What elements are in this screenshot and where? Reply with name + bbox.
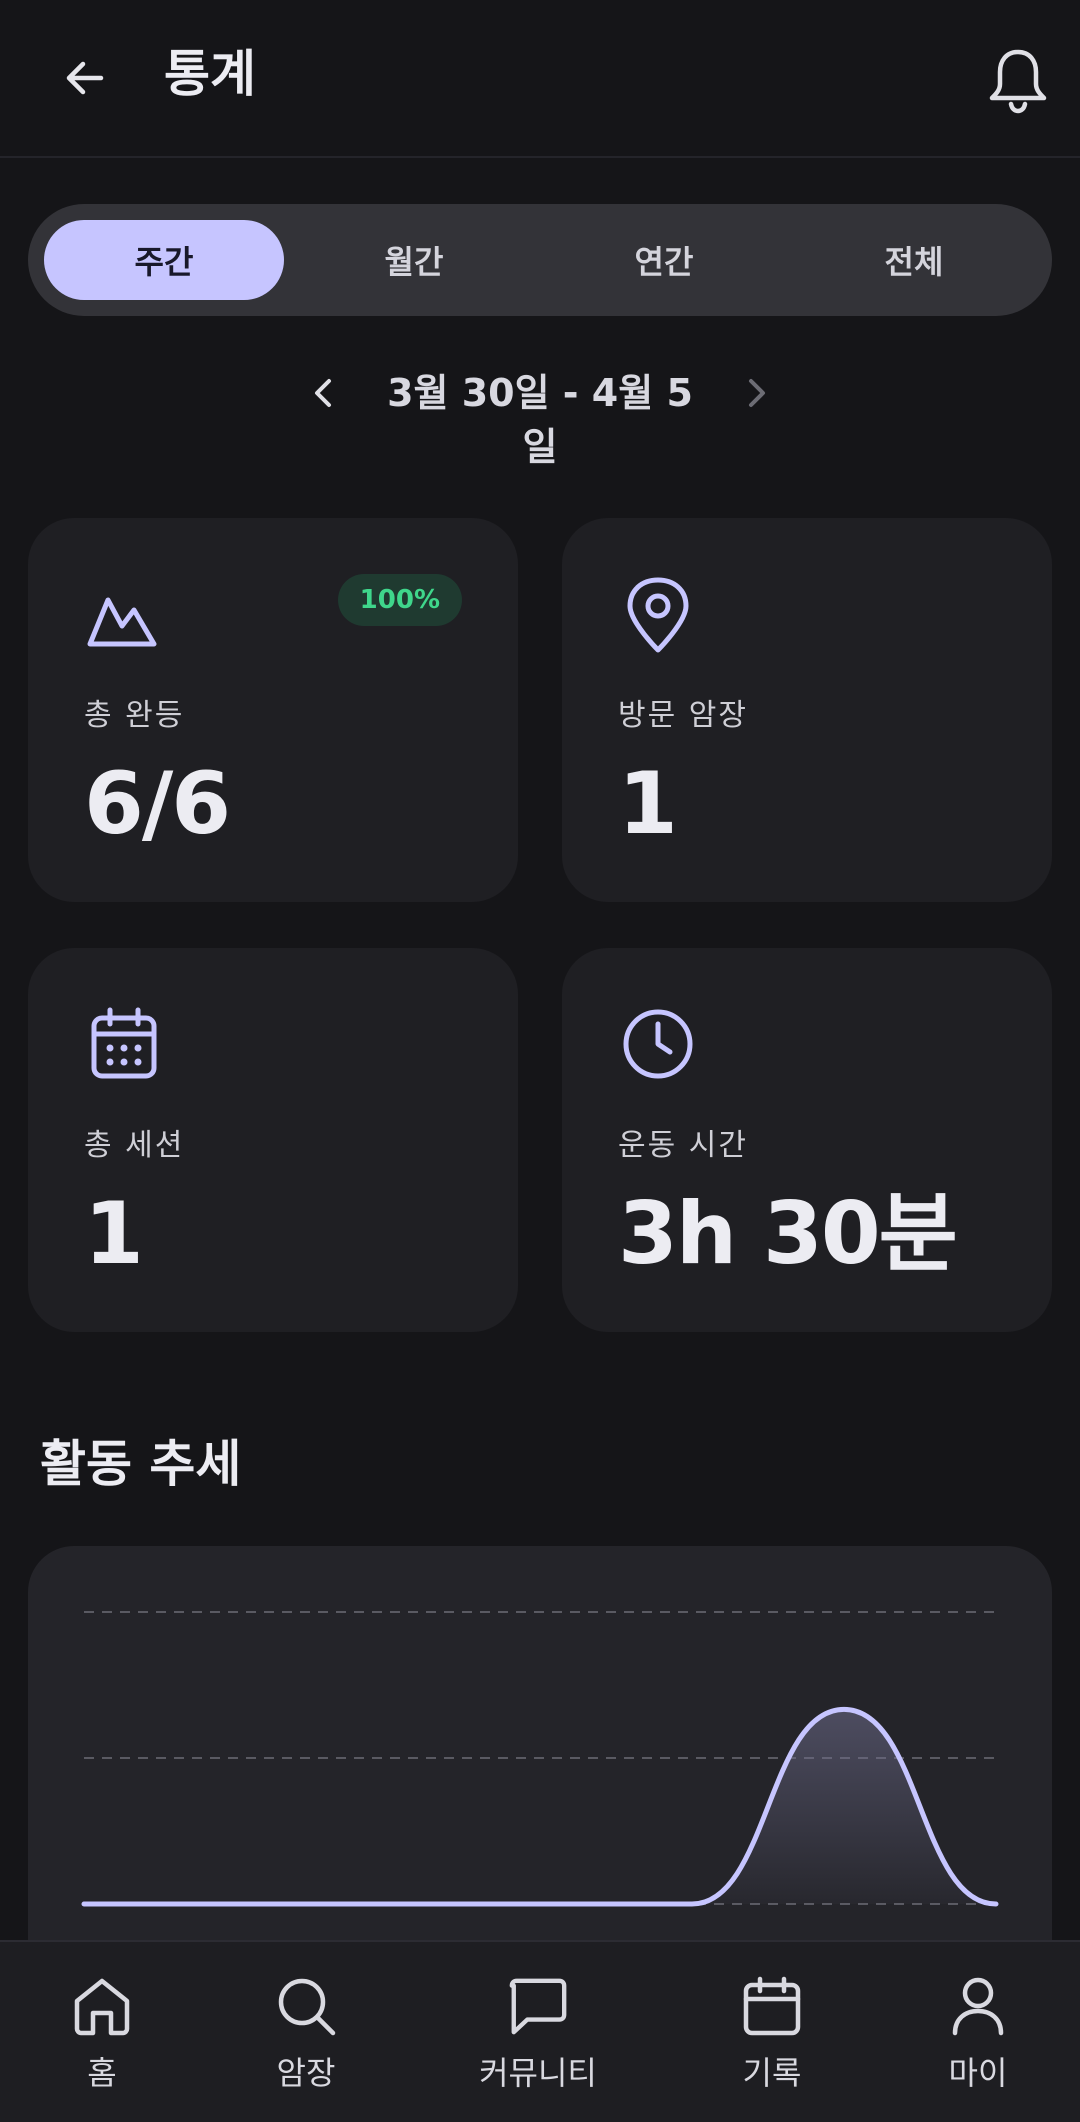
map-pin-icon	[627, 577, 689, 653]
calendar-icon	[743, 1976, 801, 2036]
period-segmented-control: 주간 월간 연간 전체	[28, 204, 1052, 316]
statistics-screen: 통계 주간 월간 연간 전체 3월 30일 - 4월 5일 100% 총 완등 …	[0, 0, 1080, 2122]
app-header: 통계	[0, 0, 1080, 158]
nav-label: 커뮤니티	[479, 2054, 597, 2092]
stat-label: 방문 암장	[618, 698, 748, 733]
nav-label: 기록	[742, 2054, 802, 2092]
tab-weekly[interactable]: 주간	[44, 220, 284, 300]
previous-week-button[interactable]	[300, 370, 346, 416]
stat-label: 운동 시간	[618, 1128, 748, 1163]
bottom-navigation: 홈 암장 커뮤니티 기록 마이	[0, 1940, 1080, 2122]
date-navigation: 3월 30일 - 4월 5일	[0, 360, 1080, 469]
stat-value: 6/6	[84, 754, 231, 854]
chevron-left-icon	[315, 379, 331, 407]
stat-card-completions: 100% 총 완등 6/6	[28, 518, 518, 902]
clock-icon	[623, 1009, 693, 1079]
nav-label: 홈	[87, 2054, 117, 2092]
page-title: 통계	[164, 45, 256, 103]
arrow-left-icon	[66, 61, 104, 95]
bell-icon	[989, 49, 1047, 114]
nav-label: 암장	[276, 2054, 336, 2092]
nav-label: 마이	[948, 2054, 1008, 2092]
stat-label: 총 세션	[84, 1128, 185, 1163]
mountain-icon	[87, 597, 157, 647]
nav-item-community[interactable]: 커뮤니티	[438, 1974, 638, 2104]
date-range-label: 3월 30일 - 4월 5일	[387, 371, 693, 469]
calendar-icon	[91, 1007, 157, 1079]
notifications-button[interactable]	[982, 42, 1054, 118]
user-icon	[952, 1977, 1004, 2036]
chat-icon	[509, 1978, 567, 2035]
chart-area-fill	[84, 1709, 996, 1904]
completion-rate-badge: 100%	[337, 574, 462, 626]
next-week-button[interactable]	[734, 370, 780, 416]
nav-item-gyms[interactable]: 암장	[206, 1974, 406, 2104]
stat-card-workout-time: 운동 시간 3h 30분	[562, 948, 1052, 1332]
search-icon	[278, 1978, 336, 2036]
back-button[interactable]	[52, 45, 118, 111]
tab-yearly[interactable]: 연간	[544, 220, 784, 300]
nav-item-my[interactable]: 마이	[878, 1974, 1078, 2104]
stat-card-sessions: 총 세션 1	[28, 948, 518, 1332]
stat-value: 1	[84, 1184, 144, 1284]
stat-value: 1	[618, 754, 678, 854]
nav-item-records[interactable]: 기록	[672, 1974, 872, 2104]
tab-monthly[interactable]: 월간	[294, 220, 534, 300]
home-icon	[74, 1978, 130, 2036]
activity-trend-title: 활동 추세	[40, 1435, 242, 1493]
nav-item-home[interactable]: 홈	[2, 1974, 202, 2104]
stat-card-gyms-visited: 방문 암장 1	[562, 518, 1052, 902]
tab-all[interactable]: 전체	[794, 220, 1034, 300]
chevron-right-icon	[749, 379, 765, 407]
stat-label: 총 완등	[84, 698, 185, 733]
stat-value: 3h 30분	[618, 1184, 958, 1284]
